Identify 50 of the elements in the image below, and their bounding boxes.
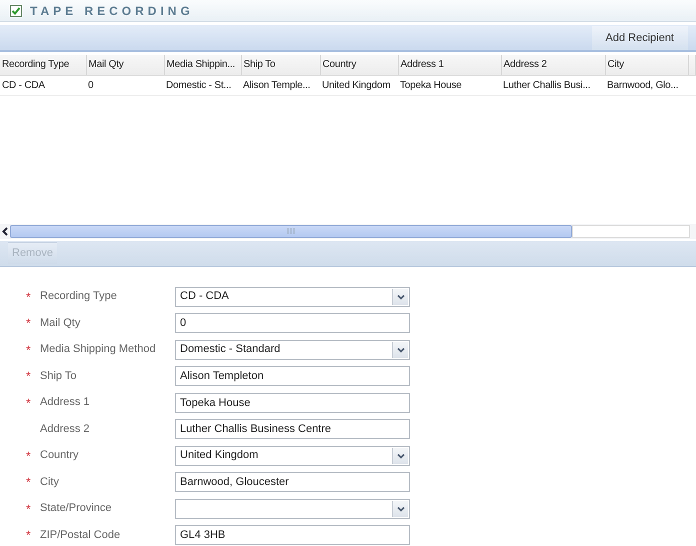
required-mark: * <box>26 448 31 462</box>
field-label: City <box>40 474 60 490</box>
required-mark: * <box>26 290 31 304</box>
required-mark: * <box>26 475 31 489</box>
dropdown-field[interactable] <box>175 498 410 518</box>
required-mark: * <box>26 396 31 410</box>
table-cell: Luther Challis Busi... <box>501 75 605 95</box>
input-field[interactable]: 0 <box>175 313 410 333</box>
checkbox[interactable] <box>10 4 22 16</box>
required-mark: * <box>26 369 31 383</box>
horizontal-scrollbar[interactable] <box>0 224 696 238</box>
table-cell: Topeka House <box>398 75 501 95</box>
dropdown-field[interactable]: Domestic - Standard <box>175 340 410 360</box>
column-header[interactable]: Media Shippin... <box>164 55 241 75</box>
section-title: TAPE RECORDING <box>30 2 194 20</box>
field-label: State/Province <box>40 501 113 516</box>
column-header[interactable]: Recording Type <box>0 55 86 75</box>
field-label: Ship To <box>40 368 78 384</box>
column-header[interactable]: City <box>605 55 688 75</box>
field-label: Address 1 <box>40 395 91 410</box>
dropdown-field[interactable]: CD - CDA <box>175 286 410 306</box>
field-label: Mail Qty <box>40 316 82 331</box>
field-label: ZIP/Postal Code <box>40 528 122 543</box>
column-header[interactable]: Address 2 <box>501 55 605 75</box>
field-label: Media Shipping Method <box>40 342 157 358</box>
required-mark: * <box>26 528 31 542</box>
column-header[interactable]: Ship To <box>241 55 320 75</box>
input-field[interactable]: Topeka House <box>175 392 410 412</box>
input-field[interactable]: GL4 3HB <box>175 525 410 545</box>
column-header[interactable]: Mail Qty <box>86 55 164 75</box>
required-mark: * <box>26 502 31 516</box>
table-cell: Domestic - St... <box>164 75 241 95</box>
table-cell: Barnwood, Glo... <box>605 75 688 95</box>
input-field[interactable]: Luther Challis Business Centre <box>175 419 410 439</box>
field-label: Address 2 <box>40 422 91 437</box>
field-label: Recording Type <box>40 289 118 304</box>
table-cell: CD - CDA <box>0 75 86 95</box>
column-header[interactable]: Country <box>320 55 398 75</box>
required-mark: * <box>26 342 31 356</box>
dropdown-field[interactable]: United Kingdom <box>175 446 410 466</box>
field-label: Country <box>40 448 80 464</box>
input-field[interactable]: Alison Templeton <box>175 366 410 386</box>
add-recipient-button[interactable]: Add Recipient <box>592 26 688 50</box>
table-cell: United Kingdom <box>320 75 398 95</box>
input-field[interactable]: Barnwood, Gloucester <box>175 472 410 492</box>
required-mark: * <box>26 316 31 330</box>
table-cell: 0 <box>86 75 164 95</box>
column-header[interactable]: Address 1 <box>398 55 501 75</box>
grip-icon[interactable] <box>287 228 295 234</box>
table-cell: Alison Temple... <box>241 75 320 95</box>
